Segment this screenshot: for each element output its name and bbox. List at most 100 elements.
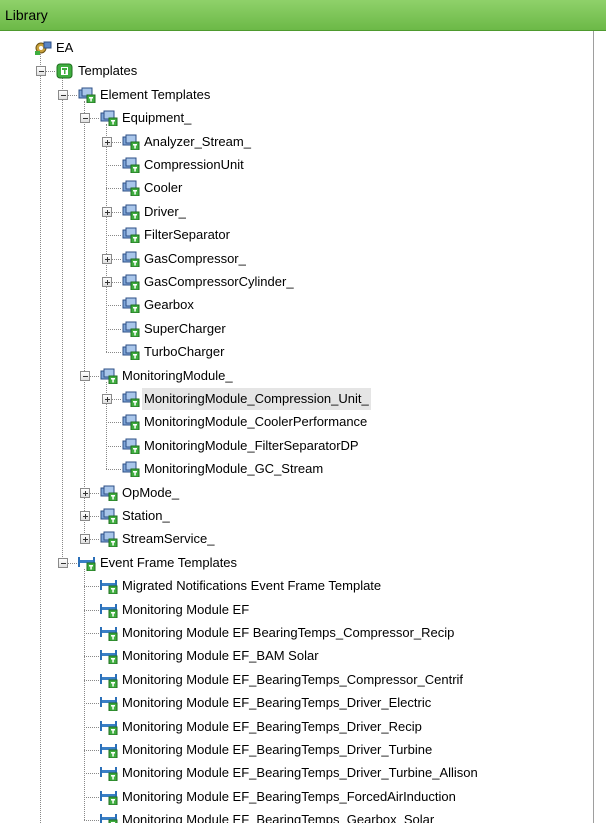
tree-node-label: MonitoringModule_ [122,367,233,383]
expand-icon[interactable] [102,136,112,147]
event-frame-template-icon [100,812,118,823]
element-template-icon [122,391,140,408]
tree-branch-line [84,656,99,658]
collapse-icon[interactable] [36,66,46,77]
pane-border [593,31,594,823]
event-frame-template-icon [100,719,118,736]
tree-node-label: Monitoring Module EF_BearingTemps_Gearbo… [122,812,435,823]
tree-branch-line [106,445,121,447]
tree-node-label: Migrated Notifications Event Frame Templ… [122,578,382,594]
element-template-icon [122,321,140,338]
event-frame-template-icon [78,555,96,572]
tree-node-label: MonitoringModule_CoolerPerformance [144,414,368,430]
event-frame-template-icon [100,602,118,619]
element-template-icon [100,368,118,385]
tree-node-label: EA [56,40,74,55]
tree-node-label: MonitoringModule_FilterSeparatorDP [144,437,359,453]
tree-branch-line [106,165,121,166]
element-template-icon [122,438,140,455]
event-frame-template-icon [100,765,118,782]
tree-node-label: Monitoring Module EF_BAM Solar [122,648,319,664]
tree-node-label: MonitoringModule_Compression_Unit_ [142,388,371,410]
tree-node-label: Station_ [122,508,170,523]
element-template-icon [100,508,118,525]
tree-node-label: MonitoringModule_GC_Stream [144,461,324,477]
expand-icon[interactable] [80,487,90,498]
templates-folder-icon [56,63,74,79]
tree-node-label: FilterSeparator [144,227,230,243]
element-template-icon [122,227,140,244]
tree-guide-line [84,100,85,540]
element-template-icon [122,251,140,268]
tree-node-label: GasCompressor_ [144,250,246,266]
expand-icon[interactable] [102,277,112,287]
tree-branch-line [84,586,99,588]
tree-branch-line [84,726,99,728]
tree-guide-line [40,54,41,823]
element-template-icon [122,157,140,174]
event-frame-template-icon [100,625,118,642]
tree-node-label: Templates [78,63,138,79]
tree-node-label: Monitoring Module EF [122,601,250,617]
element-template-icon [100,110,118,127]
expand-icon[interactable] [102,253,112,264]
element-template-icon [122,274,140,291]
collapse-icon[interactable] [80,370,90,381]
element-template-icon [122,461,140,478]
tree-node-label: Monitoring Module EF_BearingTemps_Driver… [122,742,433,757]
event-frame-template-icon [100,789,118,806]
tree-guide-line [84,568,85,821]
element-template-icon [122,344,140,361]
tree-branch-line [84,633,99,634]
tree-node-label: Gearbox [144,297,194,313]
tree-branch-line [106,328,121,330]
expand-icon[interactable] [102,394,112,404]
event-frame-template-icon [100,672,118,689]
tree-branch-line [84,820,99,822]
ea-database-icon [34,40,52,56]
event-frame-template-icon [100,742,118,759]
element-template-icon [122,134,140,151]
element-template-icon [122,180,140,197]
expand-icon[interactable] [80,534,90,545]
tree-branch-line [84,773,99,775]
collapse-icon[interactable] [58,557,68,568]
tree-node-label: CompressionUnit [144,157,244,172]
tree-guide-line [106,124,107,353]
tree-node-label: Monitoring Module EF_BearingTemps_Driver… [122,695,432,711]
element-template-icon [100,485,118,502]
tree-branch-line [84,609,99,611]
tree-node-label: Element Templates [100,86,211,102]
library-tree[interactable]: EA Templates Element Templates Equipment_ An… [0,31,606,823]
tree-node-label: StreamService_ [122,531,215,547]
tree-branch-line [84,679,99,681]
element-template-icon [122,414,140,431]
tree-node-label: GasCompressorCylinder_ [144,274,294,289]
library-title: Library [5,7,48,23]
tree-branch-line [106,469,121,471]
event-frame-template-icon [100,578,118,595]
tree-node-label: Driver_ [144,203,186,219]
tree-node-label: Equipment_ [122,110,192,126]
tree-branch-line [84,796,99,798]
tree-branch-line [84,750,99,751]
tree-branch-line [106,352,121,354]
element-template-icon [122,297,140,314]
tree-node-label: TurboCharger [144,344,225,360]
expand-icon[interactable] [80,511,90,521]
element-template-icon [78,87,96,104]
event-frame-template-icon [100,648,118,665]
tree-node-label: SuperCharger [144,320,226,336]
tree-branch-line [106,422,121,424]
tree-node-label: Monitoring Module EF_BearingTemps_Forced… [122,788,456,804]
tree-node-label: Monitoring Module EF_BearingTemps_Driver… [122,718,422,734]
tree-node-label: Analyzer_Stream_ [144,133,251,149]
collapse-icon[interactable] [58,89,68,100]
tree-node-label: Monitoring Module EF_BearingTemps_Driver… [122,765,478,781]
tree-node-label: Cooler [144,180,183,196]
tree-guide-line [62,77,63,563]
expand-icon[interactable] [102,206,112,217]
element-template-icon [100,531,118,548]
element-template-icon [122,204,140,221]
collapse-icon[interactable] [80,113,90,124]
